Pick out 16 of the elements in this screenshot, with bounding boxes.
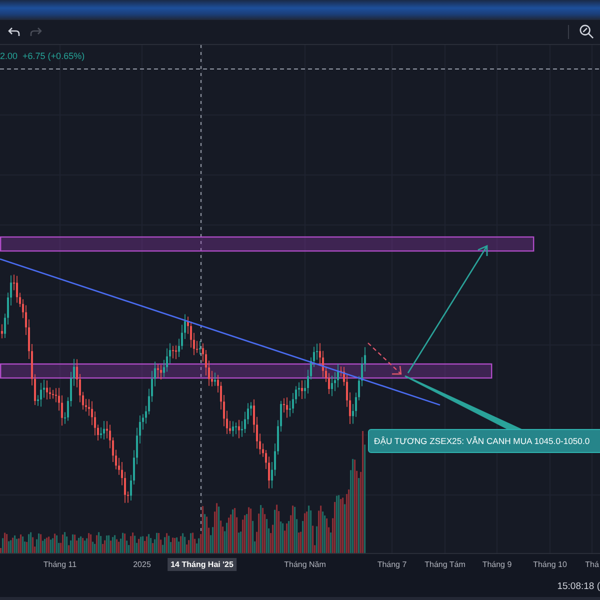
time-axis-label: Tháng 9 <box>481 559 513 572</box>
time-axis-label: Thá <box>584 559 600 572</box>
time-axis-label: 14 Tháng Hai '25 <box>168 558 236 572</box>
callout-label: ĐẬU TƯƠNG ZSEX25: VẪN CANH MUA 1045.0-1050.0 <box>368 428 600 453</box>
time-axis-label: Tháng Năm <box>283 559 327 572</box>
undo-icon[interactable] <box>8 26 20 37</box>
time-axis-label: 2025 <box>132 559 152 572</box>
time-axis-label: Tháng Tám <box>424 559 466 572</box>
time-axis-label: Tháng 10 <box>532 559 568 572</box>
zoom-icon[interactable] <box>579 24 594 40</box>
clock-time: 15:08:18 ( <box>557 580 600 592</box>
pullback-arrow <box>368 342 402 374</box>
price-value: 2.00 <box>0 50 18 61</box>
time-axis-label: Tháng 7 <box>376 559 408 572</box>
price-change: +6.75 (+0.65%) <box>22 50 85 61</box>
time-axis-label: Tháng 11 <box>42 559 78 572</box>
